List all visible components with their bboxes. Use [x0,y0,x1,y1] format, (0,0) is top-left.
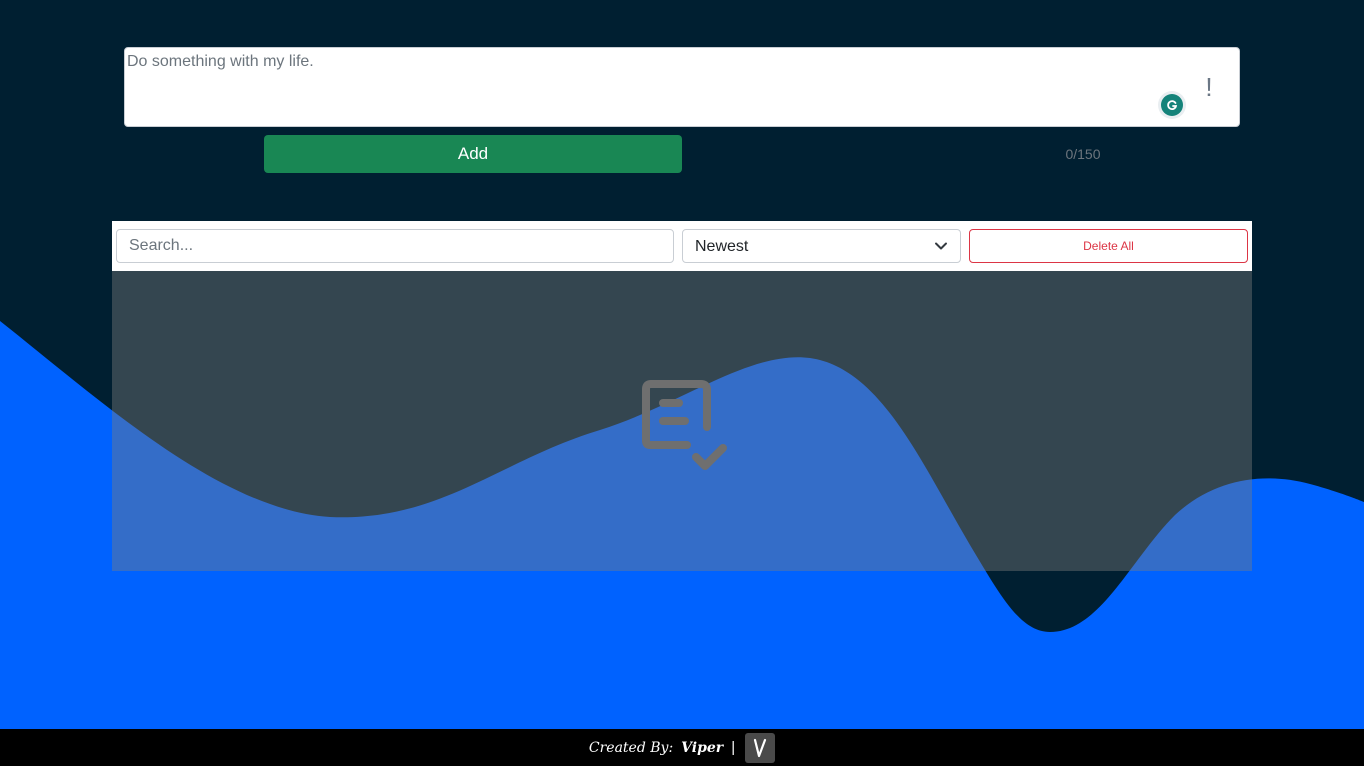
chevron-down-icon [934,239,948,253]
alert-icon[interactable]: ! [1203,74,1215,100]
footer: Created By: Viper | [0,729,1364,766]
todo-list-panel [112,271,1252,571]
author-name: Viper [681,739,724,756]
sort-select[interactable]: Newest [682,229,961,263]
created-by-label: Created By: [588,739,674,756]
search-input[interactable] [116,229,674,263]
clipboard-check-icon [642,380,727,470]
page: Do something with my life. ! Add 0/150 N… [0,0,1364,766]
note-text: Do something with my life. [127,53,314,70]
grammarly-icon[interactable] [1158,91,1186,119]
sort-selected-value: Newest [695,238,749,255]
viper-logo-icon[interactable] [745,732,776,763]
footer-separator: | [731,739,736,756]
list-toolbar: Newest Delete All [112,221,1252,271]
note-textarea[interactable]: Do something with my life. ! [124,47,1240,127]
char-counter: 0/150 [1065,146,1101,162]
delete-all-button[interactable]: Delete All [969,229,1248,263]
add-button[interactable]: Add [264,135,682,173]
